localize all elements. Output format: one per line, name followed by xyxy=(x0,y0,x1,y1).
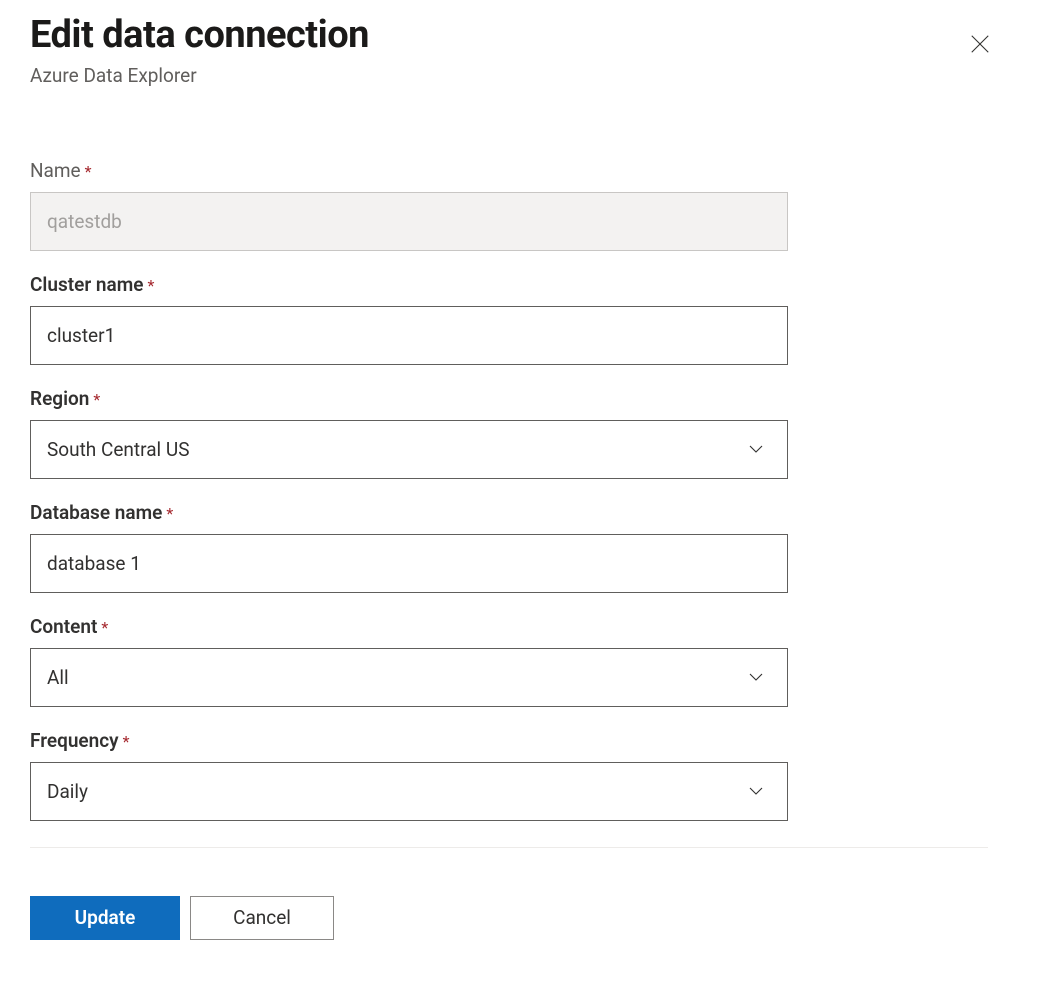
region-select[interactable]: South Central US xyxy=(30,420,788,479)
required-mark: * xyxy=(166,504,173,523)
name-label: Name xyxy=(30,159,81,182)
content-select[interactable]: All xyxy=(30,648,788,707)
panel-title: Edit data connection xyxy=(30,14,369,58)
chevron-down-icon xyxy=(747,668,765,686)
name-field-group: Name* xyxy=(30,159,1008,251)
region-field-group: Region* South Central US xyxy=(30,387,1008,479)
close-button[interactable] xyxy=(960,26,1000,66)
region-selected-value: South Central US xyxy=(47,438,189,461)
chevron-down-icon xyxy=(747,782,765,800)
name-input xyxy=(30,192,788,251)
edit-connection-form: Name* Cluster name* Region* South Centra… xyxy=(30,159,1008,940)
cluster-name-input[interactable] xyxy=(30,306,788,365)
required-mark: * xyxy=(93,390,100,409)
required-mark: * xyxy=(147,276,154,295)
frequency-selected-value: Daily xyxy=(47,780,88,803)
cluster-name-label: Cluster name xyxy=(30,273,143,296)
content-label: Content xyxy=(30,615,97,638)
cancel-button[interactable]: Cancel xyxy=(190,896,334,940)
database-name-input[interactable] xyxy=(30,534,788,593)
frequency-label: Frequency xyxy=(30,729,119,752)
content-selected-value: All xyxy=(47,666,69,689)
chevron-down-icon xyxy=(747,440,765,458)
required-mark: * xyxy=(123,732,130,751)
cluster-name-field-group: Cluster name* xyxy=(30,273,1008,365)
frequency-field-group: Frequency* Daily xyxy=(30,729,1008,821)
panel-subtitle: Azure Data Explorer xyxy=(30,64,369,87)
panel-header: Edit data connection Azure Data Explorer xyxy=(30,14,1008,87)
close-icon xyxy=(969,33,991,59)
required-mark: * xyxy=(85,162,92,181)
action-buttons: Update Cancel xyxy=(30,896,1008,940)
content-field-group: Content* All xyxy=(30,615,1008,707)
frequency-select[interactable]: Daily xyxy=(30,762,788,821)
region-label: Region xyxy=(30,387,89,410)
section-divider xyxy=(30,847,988,848)
database-name-field-group: Database name* xyxy=(30,501,1008,593)
required-mark: * xyxy=(101,618,108,637)
database-name-label: Database name xyxy=(30,501,162,524)
header-text-block: Edit data connection Azure Data Explorer xyxy=(30,14,369,87)
update-button[interactable]: Update xyxy=(30,896,180,940)
